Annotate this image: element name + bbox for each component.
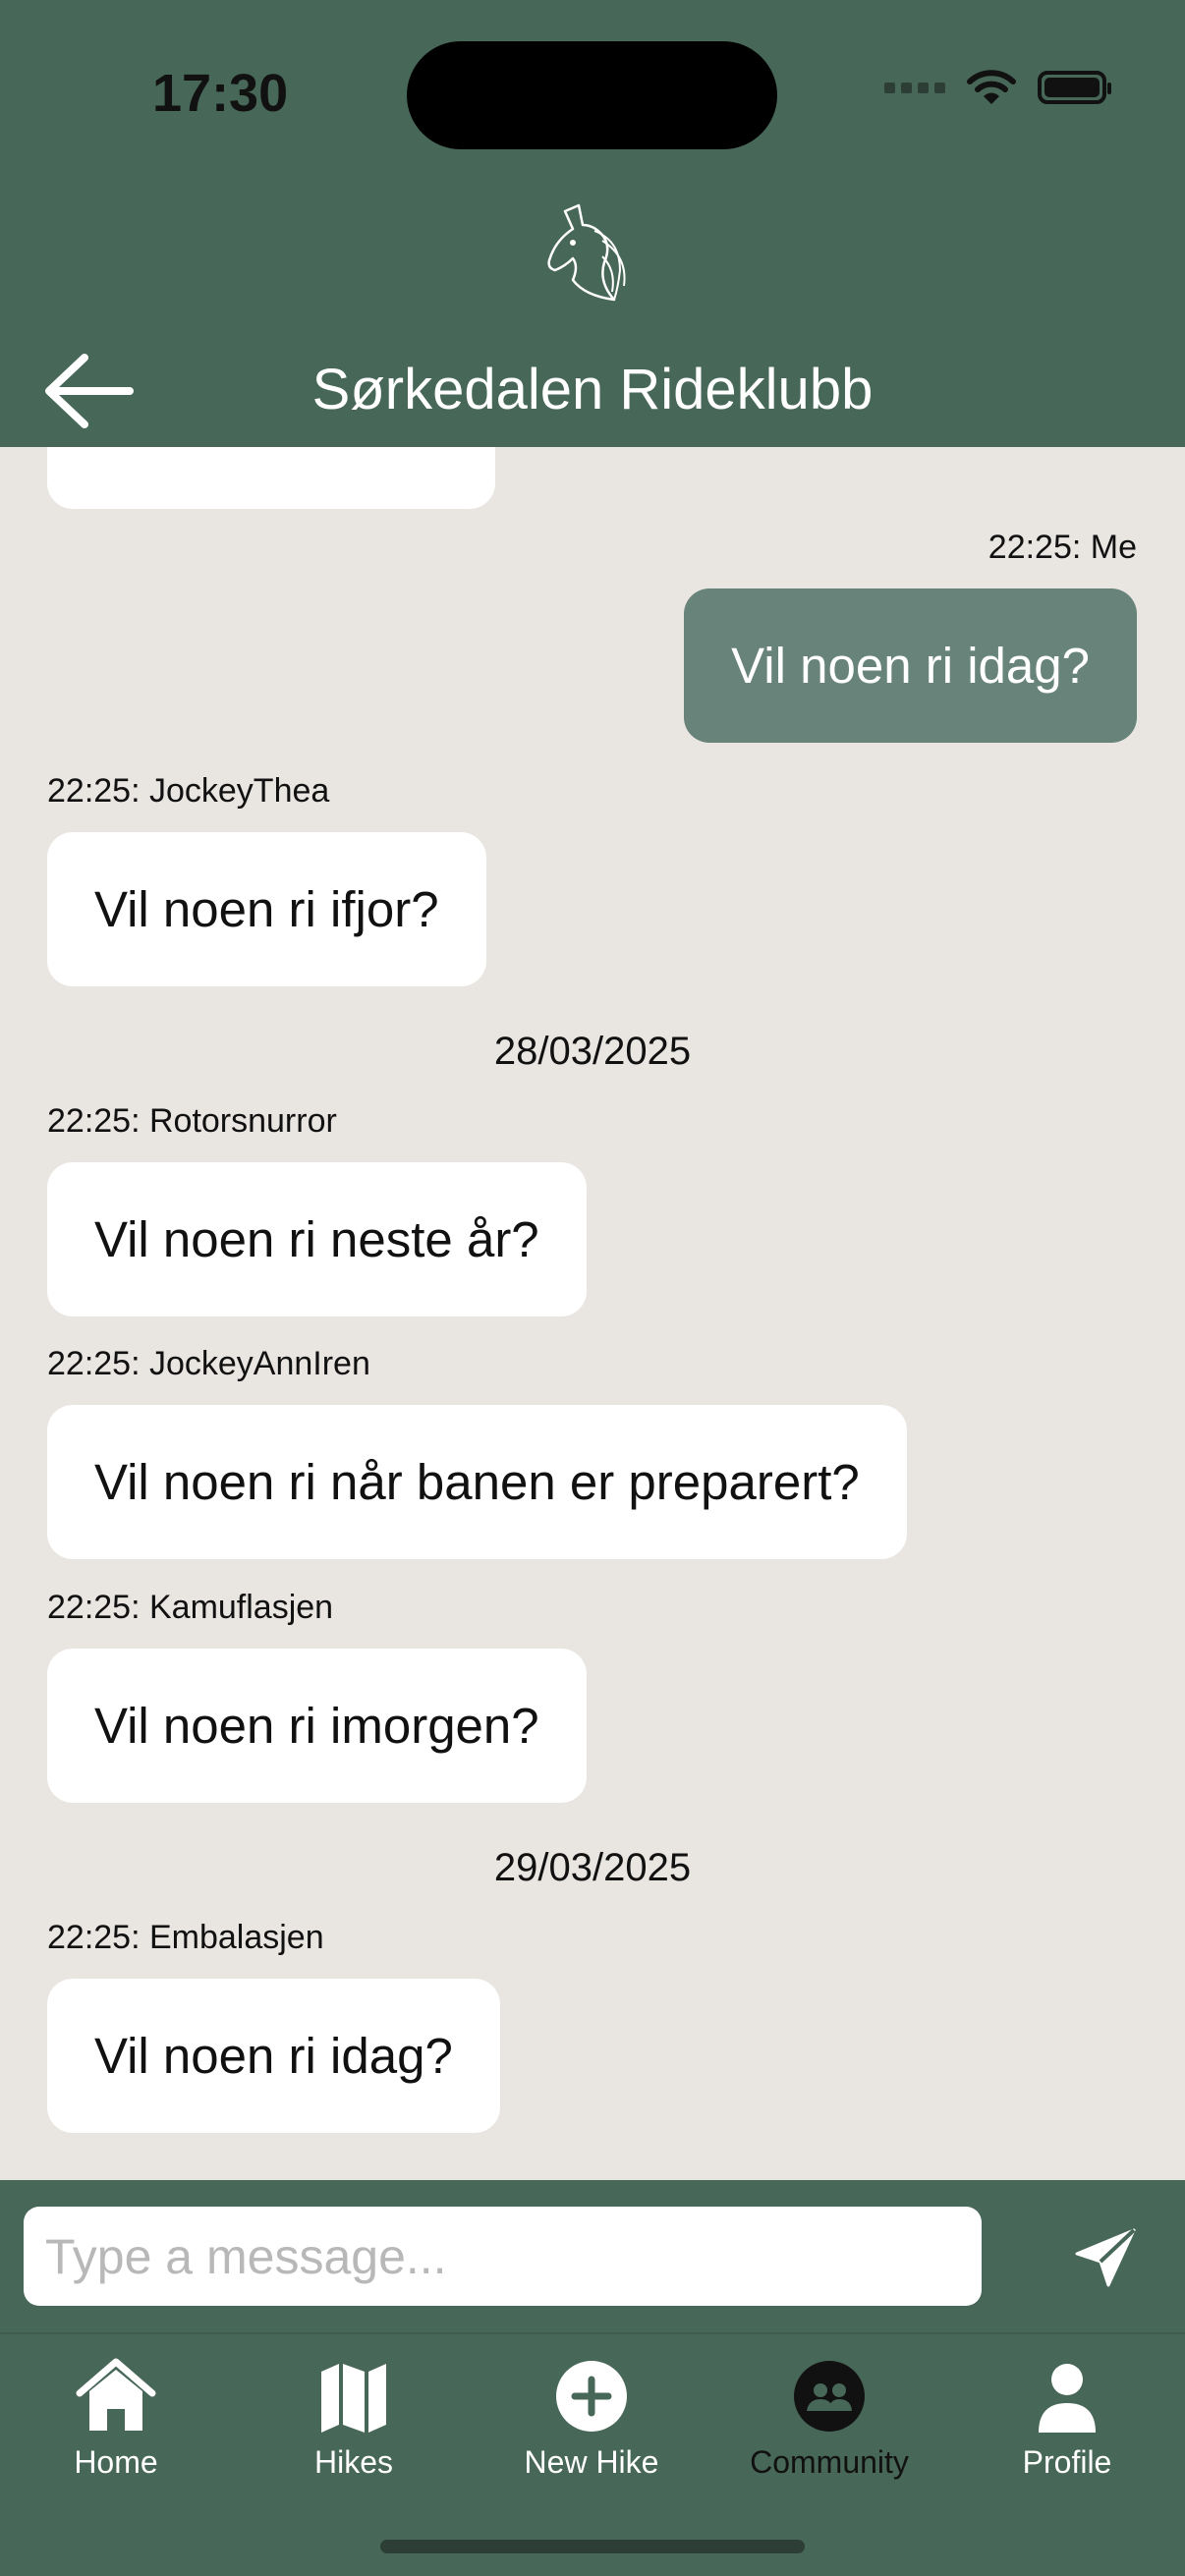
message-bubble: Vil noen ri idag? [47, 1979, 500, 2133]
message-bubble: Vil noen ri idag? [684, 588, 1137, 743]
message-bubble-partial [47, 447, 495, 509]
message-meta: 22:25: Embalasjen [47, 1919, 324, 1956]
home-indicator [380, 2540, 805, 2553]
person-icon [1039, 2364, 1096, 2433]
tab-hikes[interactable]: Hikes [246, 2354, 462, 2481]
tab-label: Profile [1022, 2444, 1112, 2480]
horse-logo-icon [547, 203, 626, 302]
tab-label: Hikes [313, 2444, 393, 2480]
message-meta: 22:25: JockeyThea [47, 772, 330, 810]
battery-icon [1038, 71, 1111, 104]
message-bubble: Vil noen ri neste år? [47, 1162, 587, 1316]
message-meta: 22:25: Kamuflasjen [47, 1589, 334, 1626]
message-meta: 22:25: Rotorsnurror [47, 1102, 337, 1140]
tab-community[interactable]: Community [721, 2354, 937, 2481]
status-time: 17:30 [152, 64, 289, 123]
message-meta: 22:25: Me [988, 529, 1137, 566]
message-meta: 22:25: JockeyAnnIren [47, 1345, 370, 1382]
message-bubble: Vil noen ri imorgen? [47, 1649, 587, 1803]
date-separator: 29/03/2025 [493, 1846, 692, 1889]
tab-home[interactable]: Home [8, 2354, 224, 2481]
status-icons [884, 69, 1111, 106]
date-separator: 28/03/2025 [493, 1030, 692, 1073]
message-bubble: Vil noen ri når banen er preparert? [47, 1405, 907, 1559]
map-icon [321, 2364, 386, 2433]
community-icon [794, 2361, 865, 2432]
plus-circle-icon [556, 2361, 627, 2432]
page-title: Sørkedalen Rideklubb [311, 358, 874, 421]
chat-thread[interactable]: 22:25: Me Vil noen ri idag? 22:25: Jocke… [0, 447, 1185, 2180]
app-header: 17:30 Sørkedalen Rideklubb [0, 0, 1185, 447]
signal-icon [884, 82, 945, 93]
message-composer [0, 2180, 1185, 2332]
message-input[interactable] [24, 2207, 982, 2306]
message-bubble: Vil noen ri ifjor? [47, 832, 486, 986]
tab-new-hike[interactable]: New Hike [483, 2354, 700, 2481]
send-icon[interactable] [1071, 2224, 1140, 2293]
tab-label: New Hike [524, 2444, 659, 2480]
wifi-icon [967, 70, 1016, 104]
tab-label: Community [750, 2444, 909, 2480]
tab-label: Home [74, 2444, 158, 2480]
tab-profile[interactable]: Profile [959, 2354, 1175, 2481]
home-icon [76, 2358, 156, 2431]
dynamic-island [407, 41, 777, 149]
